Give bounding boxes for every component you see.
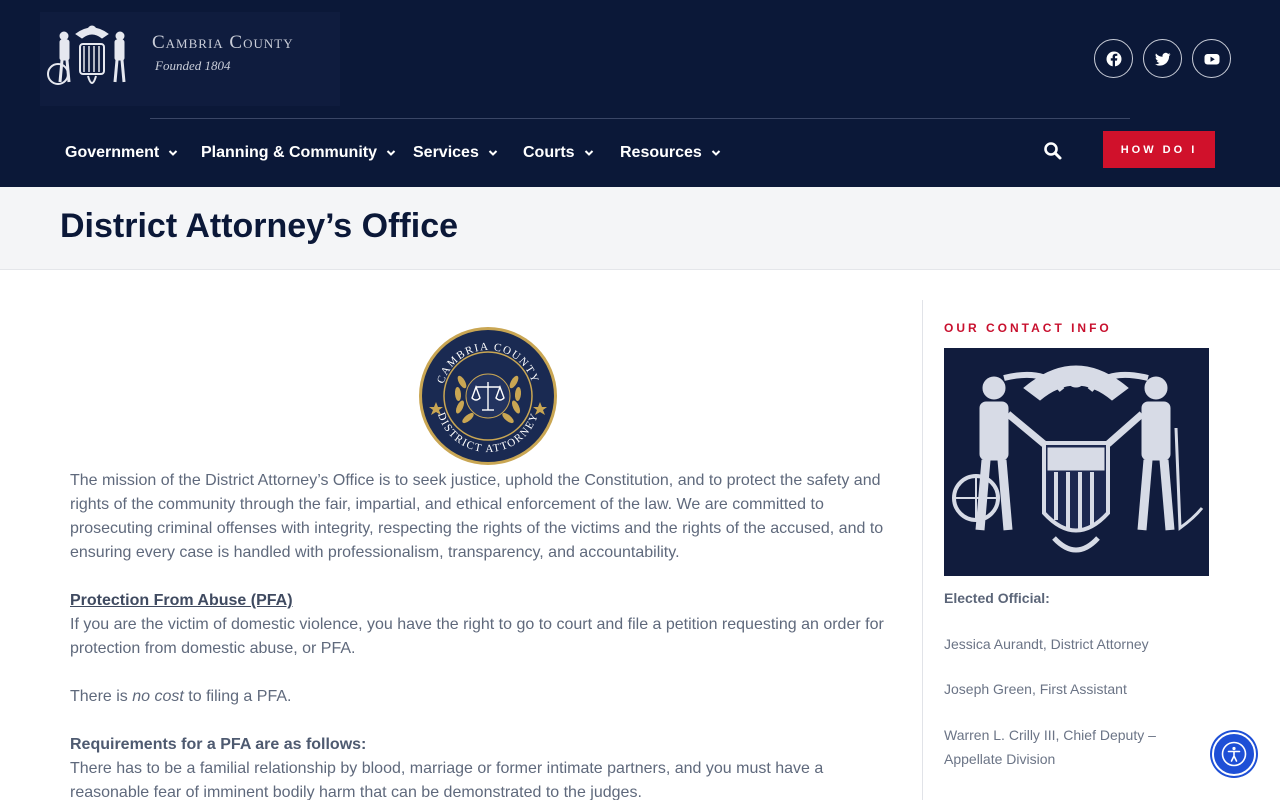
site-name: Cambria County	[152, 32, 294, 53]
chevron-down-icon	[386, 150, 396, 156]
chevron-down-icon	[584, 150, 593, 156]
official-district-attorney: Jessica Aurandt, District Attorney	[944, 636, 1149, 652]
nav-label: Government	[65, 144, 160, 161]
twitter-button[interactable]	[1143, 39, 1182, 78]
chevron-down-icon	[711, 150, 721, 156]
pfa-section: Protection From Abuse (PFA)	[70, 589, 900, 613]
nav-government[interactable]: Government	[65, 144, 178, 162]
search-icon[interactable]	[1043, 141, 1063, 161]
site-tagline: Founded 1804	[155, 58, 231, 73]
nav-planning-community[interactable]: Planning & Community	[201, 144, 396, 162]
mission-statement: The mission of the District Attorney’s O…	[70, 472, 884, 561]
pfa-link[interactable]: Protection From Abuse (PFA)	[70, 592, 293, 609]
cost-emphasis: no cost	[132, 688, 184, 705]
nav-services[interactable]: Services	[413, 144, 498, 162]
nav-courts[interactable]: Courts	[523, 144, 594, 162]
pfa-cost: There is no cost to filing a PFA.	[70, 685, 900, 709]
contact-info-heading: OUR CONTACT INFO	[944, 321, 1112, 335]
official-chief-deputy: Warren L. Crilly III, Chief Deputy – App…	[944, 727, 1156, 767]
site-logo[interactable]: Cambria County Founded 1804	[40, 12, 340, 106]
county-seal-icon	[47, 25, 126, 85]
pfa-requirements-heading: Requirements for a PFA are as follows:	[70, 733, 900, 757]
district-attorney-seal: CAMBRIA COUNTY DISTRICT ATTORNEY	[419, 327, 557, 465]
county-seal-image	[944, 348, 1209, 576]
cost-text-after: to filing a PFA.	[183, 688, 292, 705]
county-seal-icon	[952, 365, 1204, 553]
pfa-description: If you are the victim of domestic violen…	[70, 616, 884, 657]
site-header: Cambria County Founded 1804 Government P…	[0, 0, 1280, 187]
column-divider	[922, 300, 923, 800]
pfa-requirements-text: There has to be a familial relationship …	[70, 760, 824, 800]
requirements-heading: Requirements for a PFA are as follows:	[70, 736, 367, 753]
nav-divider	[150, 118, 1130, 119]
youtube-button[interactable]	[1192, 39, 1231, 78]
accessibility-icon	[1221, 741, 1247, 767]
nav-label: Resources	[620, 144, 702, 161]
youtube-icon	[1204, 53, 1219, 64]
chevron-down-icon	[169, 150, 178, 156]
nav-resources[interactable]: Resources	[620, 144, 721, 162]
accessibility-button[interactable]	[1212, 732, 1256, 776]
nav-label: Services	[413, 144, 479, 161]
official-first-assistant: Joseph Green, First Assistant	[944, 681, 1127, 697]
elected-official-label: Elected Official:	[944, 590, 1050, 606]
nav-label: Courts	[523, 144, 575, 161]
chevron-down-icon	[488, 150, 498, 156]
page-title: District Attorney’s Office	[60, 207, 459, 245]
twitter-icon	[1154, 52, 1170, 66]
nav-label: Planning & Community	[201, 144, 377, 161]
facebook-icon	[1106, 51, 1121, 67]
cost-text-before: There is	[70, 688, 133, 705]
facebook-button[interactable]	[1094, 39, 1133, 78]
how-do-i-button[interactable]: HOW DO I	[1103, 131, 1215, 168]
